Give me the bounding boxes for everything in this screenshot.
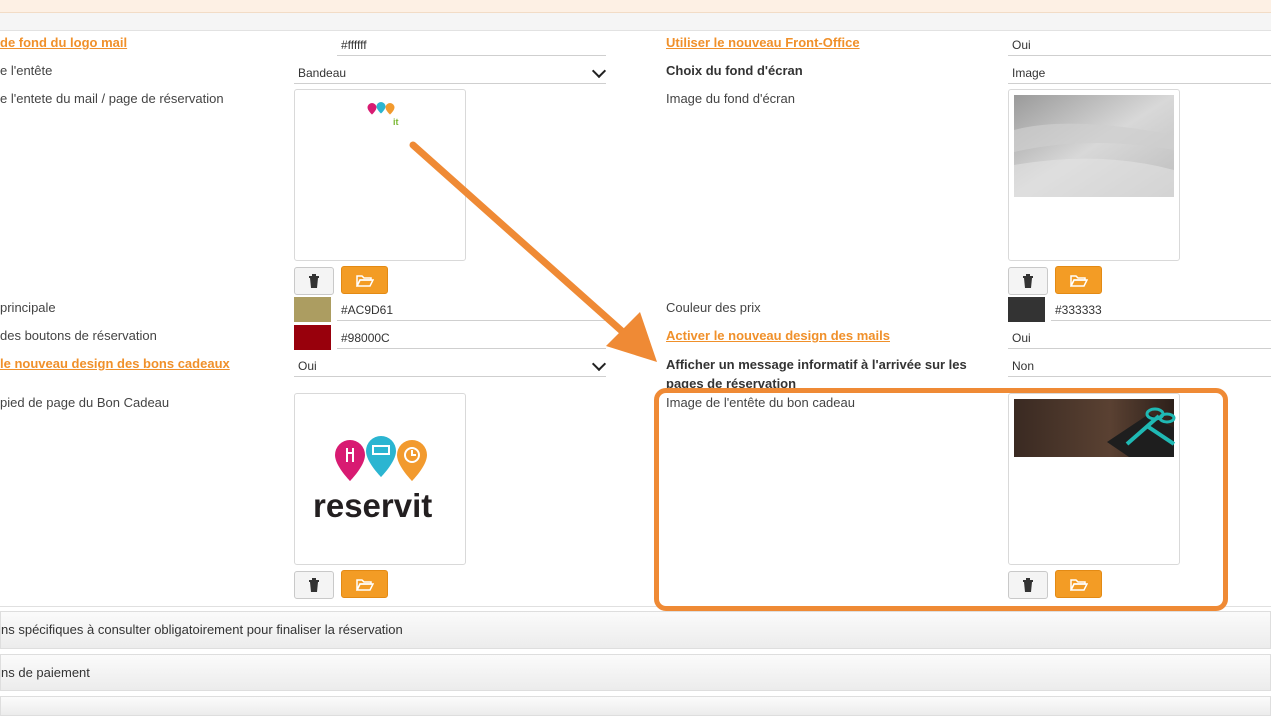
folder-open-icon xyxy=(355,274,374,287)
folder-open-icon xyxy=(1069,578,1088,591)
mail-header-image-label: e l'entete du mail / page de réservation xyxy=(0,91,224,106)
browse-gift-footer-image-button[interactable] xyxy=(341,570,388,598)
section-next[interactable] xyxy=(0,696,1271,716)
snow-photo xyxy=(1014,95,1174,197)
section-specific-conditions-title: ns spécifiques à consulter obligatoireme… xyxy=(1,622,403,637)
trash-icon xyxy=(1023,578,1033,592)
trash-icon xyxy=(1023,274,1033,288)
arrival-info-message-field[interactable]: Non xyxy=(1008,355,1271,377)
new-mail-design-label[interactable]: Activer le nouveau design des mails xyxy=(666,328,890,343)
top-notice-bar xyxy=(0,0,1271,13)
price-color-swatch[interactable] xyxy=(1008,297,1045,322)
gift-voucher-footer-label: pied de page du Bon Cadeau xyxy=(0,395,170,410)
wallpaper-image-preview xyxy=(1008,89,1180,261)
price-color-label: Couleur des prix xyxy=(666,300,761,315)
gift-voucher-header-image-label: Image de l'entête du bon cadeau xyxy=(666,395,855,410)
gift-voucher-design-label[interactable]: le nouveau design des bons cadeaux xyxy=(0,356,230,371)
arrival-info-message-label: Afficher un message informatif à l'arriv… xyxy=(666,357,967,391)
svg-text:reservit: reservit xyxy=(313,487,432,524)
logo-mail-background-label[interactable]: de fond du logo mail xyxy=(0,35,127,50)
chevron-down-icon xyxy=(591,63,607,79)
svg-text:it: it xyxy=(393,117,399,127)
gift-voucher-design-value: Oui xyxy=(298,359,317,373)
browse-gift-header-image-button[interactable] xyxy=(1055,570,1102,598)
section-payment-conditions[interactable]: ns de paiement xyxy=(0,654,1271,691)
folder-open-icon xyxy=(355,578,374,591)
gift-voucher-design-select[interactable]: Oui xyxy=(294,355,607,377)
panel-header-strip xyxy=(0,13,1271,31)
wallpaper-image-label: Image du fond d'écran xyxy=(666,91,795,106)
header-type-value: Bandeau xyxy=(298,66,347,80)
section-specific-conditions[interactable]: ns spécifiques à consulter obligatoireme… xyxy=(0,611,1271,649)
new-front-office-field[interactable]: Oui xyxy=(1008,34,1271,56)
delete-wallpaper-image-button[interactable] xyxy=(1008,267,1048,295)
browse-wallpaper-image-button[interactable] xyxy=(1055,266,1102,294)
chevron-down-icon xyxy=(591,356,607,372)
gift-voucher-header-image-preview xyxy=(1008,393,1180,565)
small-logo-image: it xyxy=(367,102,399,127)
gift-voucher-footer-preview: reservit xyxy=(294,393,466,565)
header-type-select[interactable]: Bandeau xyxy=(294,62,607,84)
header-type-label: e l'entête xyxy=(0,63,53,78)
price-color-field[interactable]: #333333 xyxy=(1051,299,1271,321)
booking-buttons-color-field[interactable]: #98000C xyxy=(337,327,606,349)
delete-gift-header-image-button[interactable] xyxy=(1008,571,1048,599)
gift-box-photo xyxy=(1014,399,1176,457)
reservit-logo-image: reservit xyxy=(313,436,432,524)
new-mail-design-field[interactable]: Oui xyxy=(1008,327,1271,349)
booking-buttons-color-label: des boutons de réservation xyxy=(0,328,157,343)
new-front-office-label[interactable]: Utiliser le nouveau Front-Office xyxy=(666,35,860,50)
delete-gift-footer-image-button[interactable] xyxy=(294,571,334,599)
logo-mail-background-field[interactable]: #ffffff xyxy=(337,34,606,56)
mail-header-image-preview: it xyxy=(294,89,466,261)
wallpaper-choice-field[interactable]: Image xyxy=(1008,62,1271,84)
section-payment-conditions-title: ns de paiement xyxy=(1,665,90,680)
trash-icon xyxy=(309,274,319,288)
main-color-field[interactable]: #AC9D61 xyxy=(337,299,606,321)
main-color-swatch[interactable] xyxy=(294,297,331,322)
trash-icon xyxy=(309,578,319,592)
wallpaper-choice-label: Choix du fond d'écran xyxy=(666,63,803,78)
browse-mail-header-image-button[interactable] xyxy=(341,266,388,294)
booking-buttons-color-swatch[interactable] xyxy=(294,325,331,350)
main-color-label: principale xyxy=(0,300,56,315)
delete-mail-header-image-button[interactable] xyxy=(294,267,334,295)
folder-open-icon xyxy=(1069,274,1088,287)
